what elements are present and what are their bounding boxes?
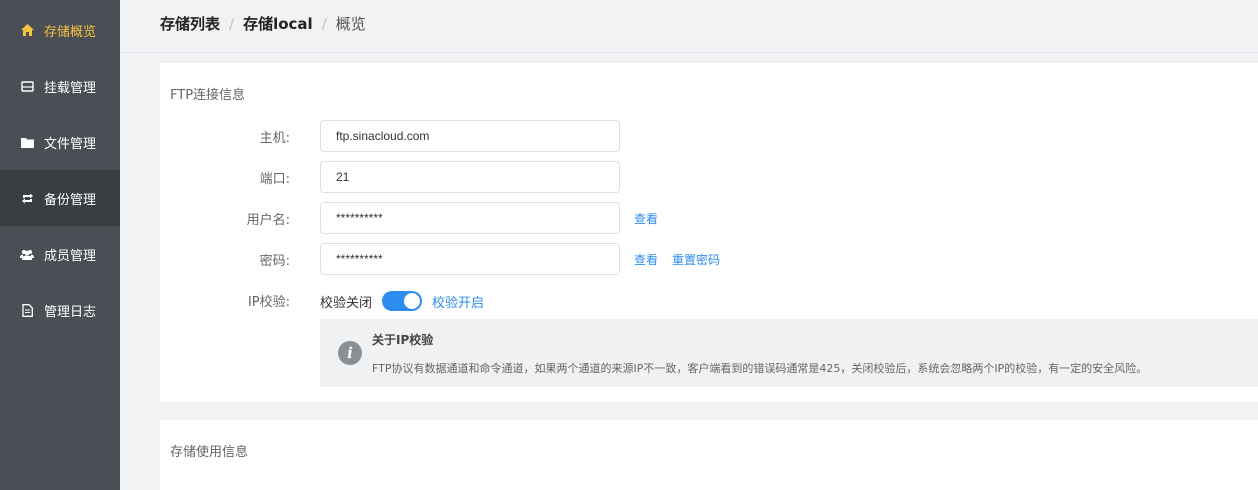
port-field[interactable]: 21 bbox=[320, 161, 620, 193]
view-username-link[interactable]: 查看 bbox=[634, 210, 658, 227]
info-icon: i bbox=[338, 341, 362, 365]
view-password-link[interactable]: 查看 bbox=[634, 251, 658, 268]
document-icon bbox=[20, 303, 34, 317]
sidebar-item-label: 文件管理 bbox=[44, 136, 97, 152]
breadcrumb-storage-list[interactable]: 存储列表 bbox=[160, 13, 220, 34]
notice-title: 关于IP校验 bbox=[372, 333, 434, 347]
breadcrumb-storage-local[interactable]: 存储local bbox=[243, 13, 313, 34]
ip-check-control: 校验关闭 校验开启 bbox=[320, 291, 484, 311]
password-field[interactable]: ********** bbox=[320, 243, 620, 275]
users-icon bbox=[20, 247, 34, 261]
home-icon bbox=[20, 23, 34, 37]
sidebar-item-label: 存储概览 bbox=[44, 24, 97, 40]
breadcrumb-separator: / bbox=[321, 14, 327, 33]
sidebar: 存储概览 挂载管理 文件管理 备份管理 成员管理 管理日志 bbox=[0, 0, 120, 490]
sidebar-item-management-log[interactable]: 管理日志 bbox=[0, 282, 120, 338]
breadcrumb-current: 概览 bbox=[335, 15, 366, 33]
sidebar-item-storage-overview[interactable]: 存储概览 bbox=[0, 2, 120, 58]
breadcrumb: 存储列表 / 存储local / 概览 bbox=[160, 13, 366, 34]
main-content: 存储列表 / 存储local / 概览 FTP连接信息 主机: ftp.sina… bbox=[120, 0, 1258, 490]
sidebar-item-member-management[interactable]: 成员管理 bbox=[0, 226, 120, 282]
password-label: 密码: bbox=[259, 254, 290, 269]
folder-icon bbox=[20, 135, 34, 149]
sidebar-item-backup-management[interactable]: 备份管理 bbox=[0, 170, 120, 226]
toggle-knob bbox=[404, 293, 421, 309]
storage-usage-card: 存储使用信息 bbox=[160, 420, 1258, 490]
port-label: 端口: bbox=[259, 172, 290, 187]
sidebar-item-label: 管理日志 bbox=[44, 304, 97, 320]
sidebar-item-label: 成员管理 bbox=[44, 248, 97, 264]
breadcrumb-separator: / bbox=[229, 14, 235, 33]
username-field[interactable]: ********** bbox=[320, 202, 620, 234]
ftp-info-title: FTP连接信息 bbox=[170, 88, 246, 103]
storage-usage-title: 存储使用信息 bbox=[170, 445, 249, 460]
sidebar-item-file-management[interactable]: 文件管理 bbox=[0, 114, 120, 170]
ip-check-notice: i 关于IP校验 FTP协议有数据通道和命令通道，如果两个通道的来源IP不一致，… bbox=[320, 319, 1258, 387]
sidebar-item-label: 挂载管理 bbox=[44, 80, 97, 96]
sidebar-item-mount-management[interactable]: 挂载管理 bbox=[0, 58, 120, 114]
ip-check-toggle[interactable] bbox=[382, 291, 423, 311]
host-label: 主机: bbox=[259, 131, 290, 146]
ip-check-label: IP校验: bbox=[247, 295, 290, 310]
username-label: 用户名: bbox=[246, 213, 290, 228]
ftp-info-card: FTP连接信息 主机: ftp.sinacloud.com 端口: 21 用户名… bbox=[160, 63, 1258, 402]
refresh-icon bbox=[20, 191, 34, 205]
header-divider bbox=[120, 52, 1258, 53]
notice-text: FTP协议有数据通道和命令通道，如果两个通道的来源IP不一致，客户端看到的错误码… bbox=[372, 362, 1148, 375]
sidebar-item-label: 备份管理 bbox=[44, 192, 97, 208]
ip-check-on-label[interactable]: 校验开启 bbox=[432, 292, 484, 311]
host-field[interactable]: ftp.sinacloud.com bbox=[320, 120, 620, 152]
ip-check-off-label[interactable]: 校验关闭 bbox=[320, 292, 372, 311]
hard-drive-icon bbox=[20, 79, 34, 93]
reset-password-link[interactable]: 重置密码 bbox=[672, 251, 720, 268]
